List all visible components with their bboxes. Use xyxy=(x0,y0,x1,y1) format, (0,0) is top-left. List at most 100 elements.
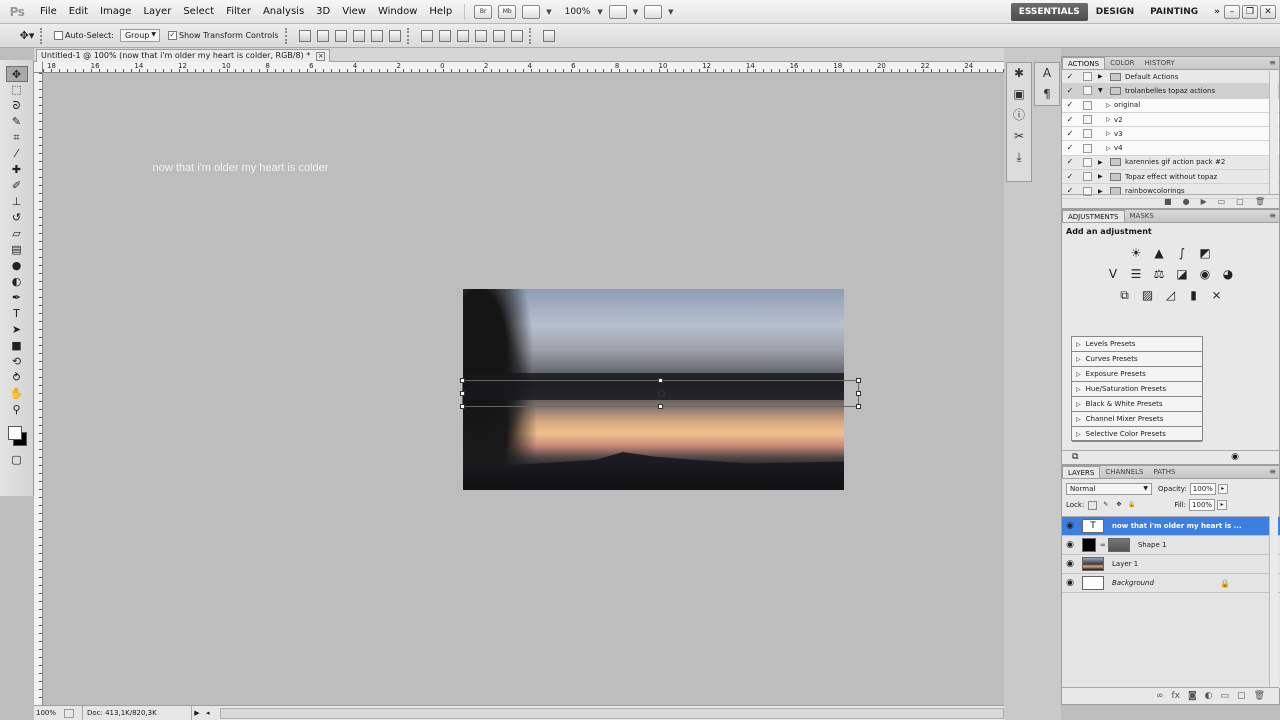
play-icon[interactable]: ▶ xyxy=(1201,197,1207,206)
vertical-ruler[interactable] xyxy=(34,73,43,705)
actions-scrollbar[interactable] xyxy=(1269,71,1278,195)
status-options-icon[interactable] xyxy=(64,708,74,718)
chevron-down-icon[interactable]: ▼ xyxy=(597,8,602,16)
checkmark-icon[interactable]: ✓ xyxy=(1065,100,1075,110)
action-item[interactable]: ✓ ▷ v3 xyxy=(1062,127,1279,142)
arrange-documents-icon[interactable] xyxy=(608,4,627,19)
action-set-karennies[interactable]: ✓ ▶ karennies gif action pack #2 xyxy=(1062,156,1279,171)
auto-align-icon[interactable] xyxy=(542,29,555,42)
preset-levels[interactable]: ▷ Levels Presets xyxy=(1072,337,1202,352)
menu-3d[interactable]: 3D xyxy=(310,0,336,24)
document-tab[interactable]: Untitled-1 @ 100% (now that i'm older my… xyxy=(36,49,331,62)
tab-masks[interactable]: MASKS xyxy=(1125,210,1159,222)
distribute-vcenter-icon[interactable] xyxy=(438,29,451,42)
workspace-design[interactable]: DESIGN xyxy=(1088,3,1142,21)
screen-mode-icon[interactable] xyxy=(644,4,663,19)
clone-source-icon[interactable]: ▣ xyxy=(1007,84,1031,105)
tool-presets-icon[interactable]: ✂ xyxy=(1007,126,1031,147)
horizontal-ruler[interactable]: 18 16 14 12 10 8 6 4 2 0 2 4 6 8 10 12 14 16 18 20 22 24 xyxy=(43,62,1004,73)
dialog-toggle[interactable] xyxy=(1083,72,1092,82)
preset-selective-color[interactable]: ▷ Selective Color Presets xyxy=(1072,427,1202,442)
transform-handle[interactable] xyxy=(460,391,465,396)
tab-color[interactable]: COLOR xyxy=(1105,57,1139,69)
menu-view[interactable]: View xyxy=(336,0,372,24)
auto-select-dropdown[interactable]: Group ▼ xyxy=(119,29,160,42)
dialog-toggle[interactable] xyxy=(1083,86,1092,96)
preset-exposure[interactable]: ▷ Exposure Presets xyxy=(1072,367,1202,382)
lock-transparent-icon[interactable] xyxy=(1088,500,1098,510)
expand-triangle-icon[interactable]: ▷ xyxy=(1106,102,1114,109)
new-group-icon[interactable]: ▭ xyxy=(1221,691,1230,701)
crop-tool-icon[interactable]: ⌗ xyxy=(6,130,28,146)
dialog-toggle[interactable] xyxy=(1083,129,1092,139)
align-vcenter-icon[interactable] xyxy=(316,29,329,42)
close-icon[interactable]: ✕ xyxy=(1260,5,1276,19)
lock-all-icon[interactable]: 🔒 xyxy=(1127,501,1136,510)
layer-row-text[interactable]: ◉ T now that i'm older my heart is ... xyxy=(1062,517,1280,536)
color-balance-icon[interactable]: ⚖ xyxy=(1151,266,1167,282)
selective-color-icon[interactable]: ⨯ xyxy=(1209,287,1225,303)
layer-row-shape[interactable]: ◉ ∞ Shape 1 xyxy=(1062,536,1280,555)
layer-row-image[interactable]: ◉ Layer 1 xyxy=(1062,555,1280,574)
menu-filter[interactable]: Filter xyxy=(220,0,257,24)
scroll-left-icon[interactable]: ◂ xyxy=(206,709,210,717)
preset-channel-mixer[interactable]: ▷ Channel Mixer Presets xyxy=(1072,412,1202,427)
transform-handle[interactable] xyxy=(460,378,465,383)
workspace-painting[interactable]: PAINTING xyxy=(1142,3,1206,21)
blur-tool-icon[interactable]: ● xyxy=(6,258,28,274)
levels-icon[interactable]: ▲ xyxy=(1151,245,1167,261)
expand-triangle-icon[interactable]: ▷ xyxy=(1106,130,1114,137)
layer-row-background[interactable]: ◉ Background 🔒 xyxy=(1062,574,1280,593)
healing-brush-tool-icon[interactable]: ✚ xyxy=(6,162,28,178)
photo-filter-icon[interactable]: ◉ xyxy=(1197,266,1213,282)
exposure-icon[interactable]: ◩ xyxy=(1197,245,1213,261)
chevron-down-icon[interactable]: ▼ xyxy=(668,8,673,16)
tab-paths[interactable]: PATHS xyxy=(1149,466,1181,478)
canvas-area[interactable]: now that i'm older my heart is colder xyxy=(43,73,1004,705)
workspace-essentials[interactable]: ESSENTIALS xyxy=(1010,3,1088,21)
gradient-map-icon[interactable]: ▮ xyxy=(1186,287,1202,303)
menu-layer[interactable]: Layer xyxy=(137,0,177,24)
channel-mixer-icon[interactable]: ◕ xyxy=(1220,266,1236,282)
action-set-topaz[interactable]: ✓ ▼ trolanbelles topaz actions xyxy=(1062,84,1279,99)
brightness-contrast-icon[interactable]: ☀ xyxy=(1128,245,1144,261)
new-layer-icon[interactable]: ▢ xyxy=(1237,691,1246,701)
transform-handle[interactable] xyxy=(856,391,861,396)
align-hcenter-icon[interactable] xyxy=(370,29,383,42)
brush-presets-icon[interactable]: ✱ xyxy=(1007,63,1031,84)
link-icon[interactable]: ∞ xyxy=(1100,541,1106,549)
tab-actions[interactable]: ACTIONS xyxy=(1062,57,1106,69)
view-extras-icon[interactable] xyxy=(522,4,541,19)
layer-style-icon[interactable]: fx xyxy=(1171,691,1180,701)
menu-help[interactable]: Help xyxy=(423,0,458,24)
menu-window[interactable]: Window xyxy=(372,0,423,24)
expand-triangle-icon[interactable]: ▶ xyxy=(1098,73,1106,80)
checkmark-icon[interactable]: ✓ xyxy=(1065,143,1075,153)
checkmark-icon[interactable]: ✓ xyxy=(1065,129,1075,139)
type-tool-icon[interactable]: T xyxy=(6,306,28,322)
panel-menu-icon[interactable]: ≡ xyxy=(1269,467,1276,476)
ruler-origin[interactable] xyxy=(34,62,43,73)
eyedropper-tool-icon[interactable]: ⁄ xyxy=(6,146,28,162)
bridge-icon[interactable]: Br xyxy=(474,4,493,19)
expand-triangle-icon[interactable]: ▶ xyxy=(1098,173,1106,180)
info-icon[interactable]: ⓘ xyxy=(1007,105,1031,126)
tab-history[interactable]: HISTORY xyxy=(1140,57,1180,69)
status-zoom[interactable]: 100% xyxy=(34,709,64,717)
action-item[interactable]: ✓ ▷ v2 xyxy=(1062,112,1279,128)
menu-image[interactable]: Image xyxy=(94,0,137,24)
rectangle-tool-icon[interactable]: ■ xyxy=(6,338,28,354)
transform-handle[interactable] xyxy=(856,404,861,409)
align-bottom-icon[interactable] xyxy=(334,29,347,42)
transform-handle[interactable] xyxy=(658,378,663,383)
new-adjustment-layer-icon[interactable]: ◐ xyxy=(1205,691,1213,701)
tab-channels[interactable]: CHANNELS xyxy=(1100,466,1148,478)
action-set-default[interactable]: ✓ ▶ Default Actions xyxy=(1062,70,1279,85)
expand-triangle-icon[interactable]: ▷ xyxy=(1106,145,1114,152)
new-action-icon[interactable]: ▢ xyxy=(1236,197,1244,206)
pen-tool-icon[interactable]: ✒ xyxy=(6,290,28,306)
return-to-list-icon[interactable]: ⧉ xyxy=(1072,452,1078,462)
preset-black-white[interactable]: ▷ Black & White Presets xyxy=(1072,397,1202,412)
checkmark-icon[interactable]: ✓ xyxy=(1065,157,1075,167)
visibility-eye-icon[interactable]: ◉ xyxy=(1062,521,1078,531)
